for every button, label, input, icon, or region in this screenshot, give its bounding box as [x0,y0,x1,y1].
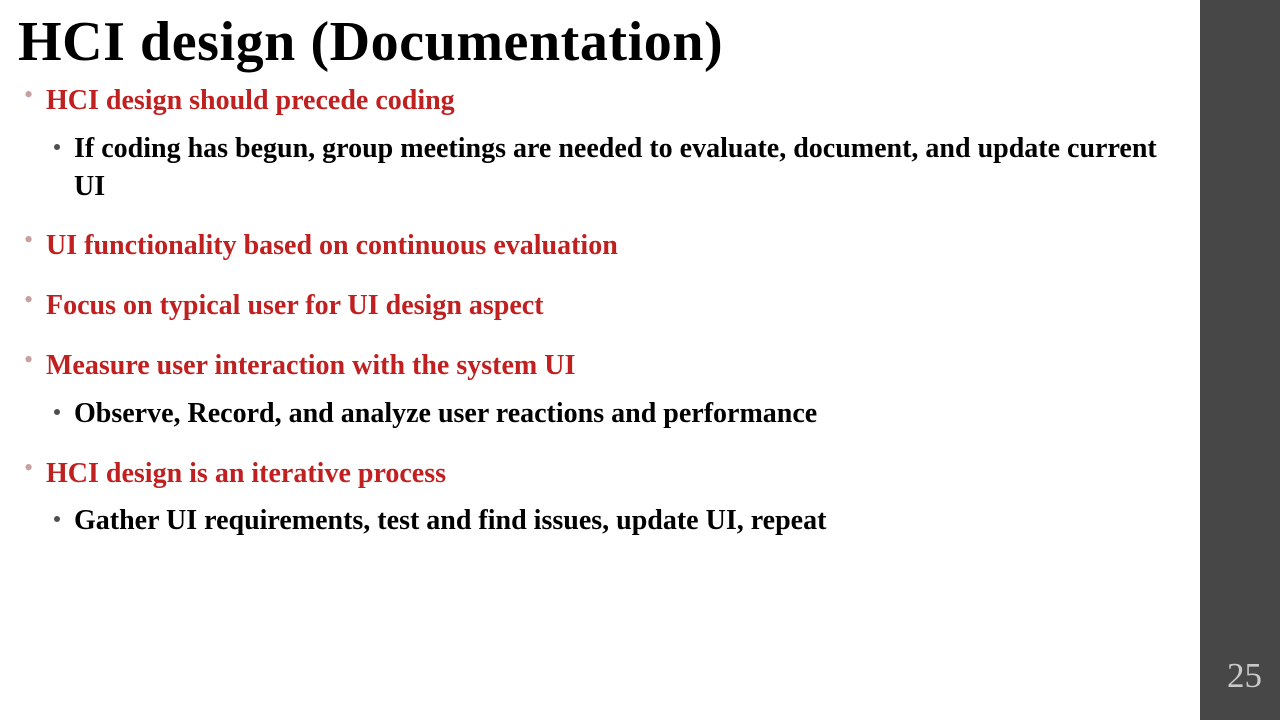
bullet-text: UI functionality based on continuous eva… [46,230,618,261]
sub-bullet-text: If coding has begun, group meetings are … [46,130,1182,206]
bullet-item: UI functionality based on continuous eva… [18,227,1182,265]
page-number: 25 [1227,656,1262,696]
slide-content: HCI design (Documentation) HCI design sh… [0,0,1200,720]
bullet-text: HCI design is an iterative process [46,458,446,489]
sub-list: If coding has begun, group meetings are … [46,130,1182,206]
bullet-item: HCI design should precede coding If codi… [18,82,1182,205]
bullet-text: Measure user interaction with the system… [46,350,575,381]
bullet-text: HCI design should precede coding [46,85,455,116]
sub-list: Observe, Record, and analyze user reacti… [46,395,1182,433]
bullet-item: HCI design is an iterative process Gathe… [18,455,1182,541]
slide-title: HCI design (Documentation) [18,10,1182,74]
sub-list: Gather UI requirements, test and find is… [46,502,1182,540]
bullet-list: HCI design should precede coding If codi… [18,82,1182,540]
slide-sidebar: 25 [1200,0,1280,720]
sub-bullet-text: Observe, Record, and analyze user reacti… [46,395,1182,433]
bullet-text: Focus on typical user for UI design aspe… [46,290,544,321]
sub-bullet-text: Gather UI requirements, test and find is… [46,502,1182,540]
bullet-item: Measure user interaction with the system… [18,347,1182,433]
bullet-item: Focus on typical user for UI design aspe… [18,287,1182,325]
